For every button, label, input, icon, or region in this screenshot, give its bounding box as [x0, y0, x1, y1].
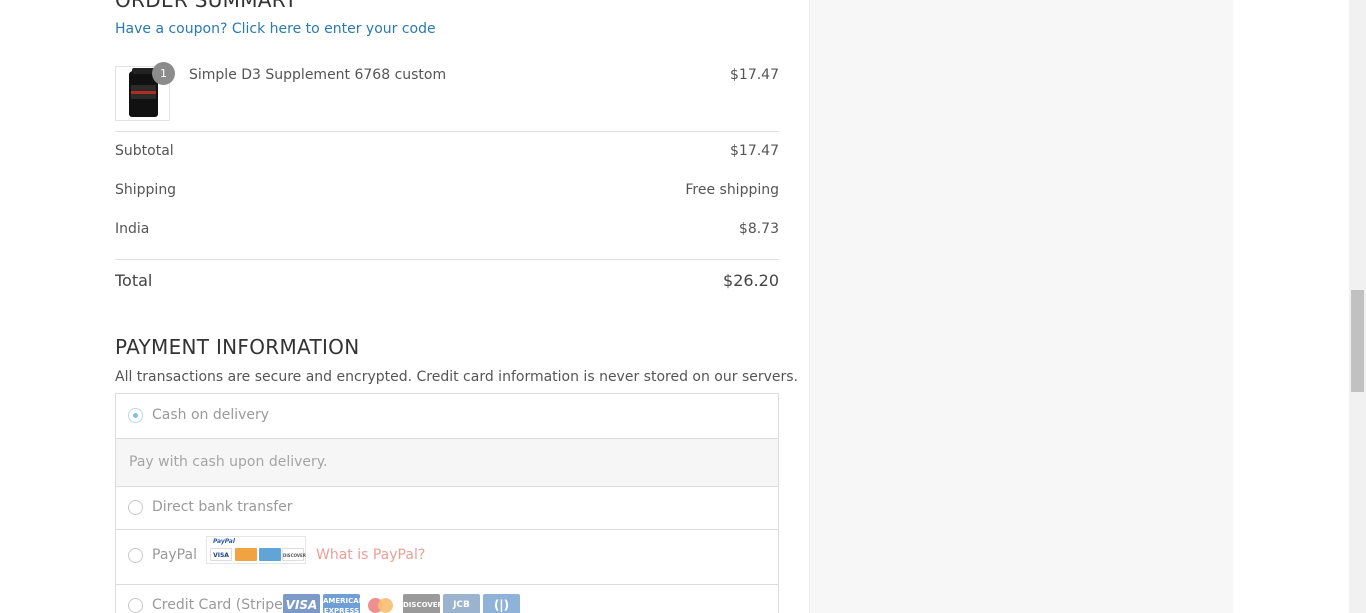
bank-transfer-label[interactable]: Direct bank transfer: [152, 499, 293, 515]
payment-method-bank-transfer[interactable]: Direct bank transfer: [116, 487, 778, 530]
mastercard-mini-icon: [235, 548, 257, 561]
tax-label: India: [115, 221, 150, 237]
total-value: $26.20: [723, 271, 779, 290]
payment-method-paypal[interactable]: PayPal PayPal VISA DISCOVER What is PayP…: [116, 530, 778, 585]
paypal-radio[interactable]: [128, 548, 143, 563]
cod-description-box: Pay with cash upon delivery.: [116, 439, 778, 487]
paypal-label[interactable]: PayPal: [152, 547, 197, 563]
paypal-logo-text: PayPal: [213, 538, 235, 545]
cod-label[interactable]: Cash on delivery: [152, 407, 269, 423]
page-scrollbar-thumb[interactable]: [1351, 290, 1364, 392]
cod-radio[interactable]: [128, 408, 143, 423]
what-is-paypal-link[interactable]: What is PayPal?: [316, 547, 425, 563]
subtotal-value: $17.47: [730, 143, 779, 159]
diners-card-icon: (|): [483, 594, 520, 613]
stripe-radio[interactable]: [128, 598, 143, 613]
quantity-badge: 1: [152, 62, 175, 85]
total-label: Total: [115, 271, 153, 290]
cod-description: Pay with cash upon delivery.: [129, 454, 328, 470]
jcb-card-icon: JCB: [443, 594, 480, 613]
discover-mini-icon: DISCOVER: [282, 548, 306, 561]
visa-mini-icon: VISA: [210, 548, 232, 561]
paypal-acceptance-mark: PayPal VISA DISCOVER: [206, 536, 306, 564]
payment-methods: Cash on delivery Pay with cash upon deli…: [115, 393, 779, 613]
coupon-link[interactable]: Have a coupon? Click here to enter your …: [115, 21, 436, 37]
divider: [115, 259, 779, 260]
payment-method-stripe[interactable]: Credit Card (Stripe) VISA AMERICAN EXPRE…: [116, 585, 778, 613]
amex-mini-icon: [259, 548, 281, 561]
shipping-value: Free shipping: [685, 182, 779, 198]
shipping-label: Shipping: [115, 182, 177, 198]
product-price: $17.47: [730, 67, 779, 83]
sidebar-panel: [809, 0, 1233, 613]
payment-security-note: All transactions are secure and encrypte…: [115, 369, 798, 385]
order-summary-title: ORDER SUMMARY: [115, 0, 298, 12]
payment-method-cod[interactable]: Cash on delivery: [116, 394, 778, 439]
divider: [115, 131, 779, 132]
tax-value: $8.73: [738, 221, 779, 237]
payment-information-title: PAYMENT INFORMATION: [115, 335, 360, 359]
mastercard-card-icon: [363, 594, 400, 613]
bank-transfer-radio[interactable]: [128, 500, 143, 515]
stripe-label[interactable]: Credit Card (Stripe): [152, 597, 288, 613]
discover-card-icon: DISCOVER: [403, 594, 443, 613]
visa-card-icon: VISA: [283, 594, 320, 613]
amex-card-icon: AMERICAN EXPRESS: [323, 594, 365, 613]
subtotal-label: Subtotal: [115, 143, 174, 159]
product-name: Simple D3 Supplement 6768 custom: [189, 67, 447, 83]
